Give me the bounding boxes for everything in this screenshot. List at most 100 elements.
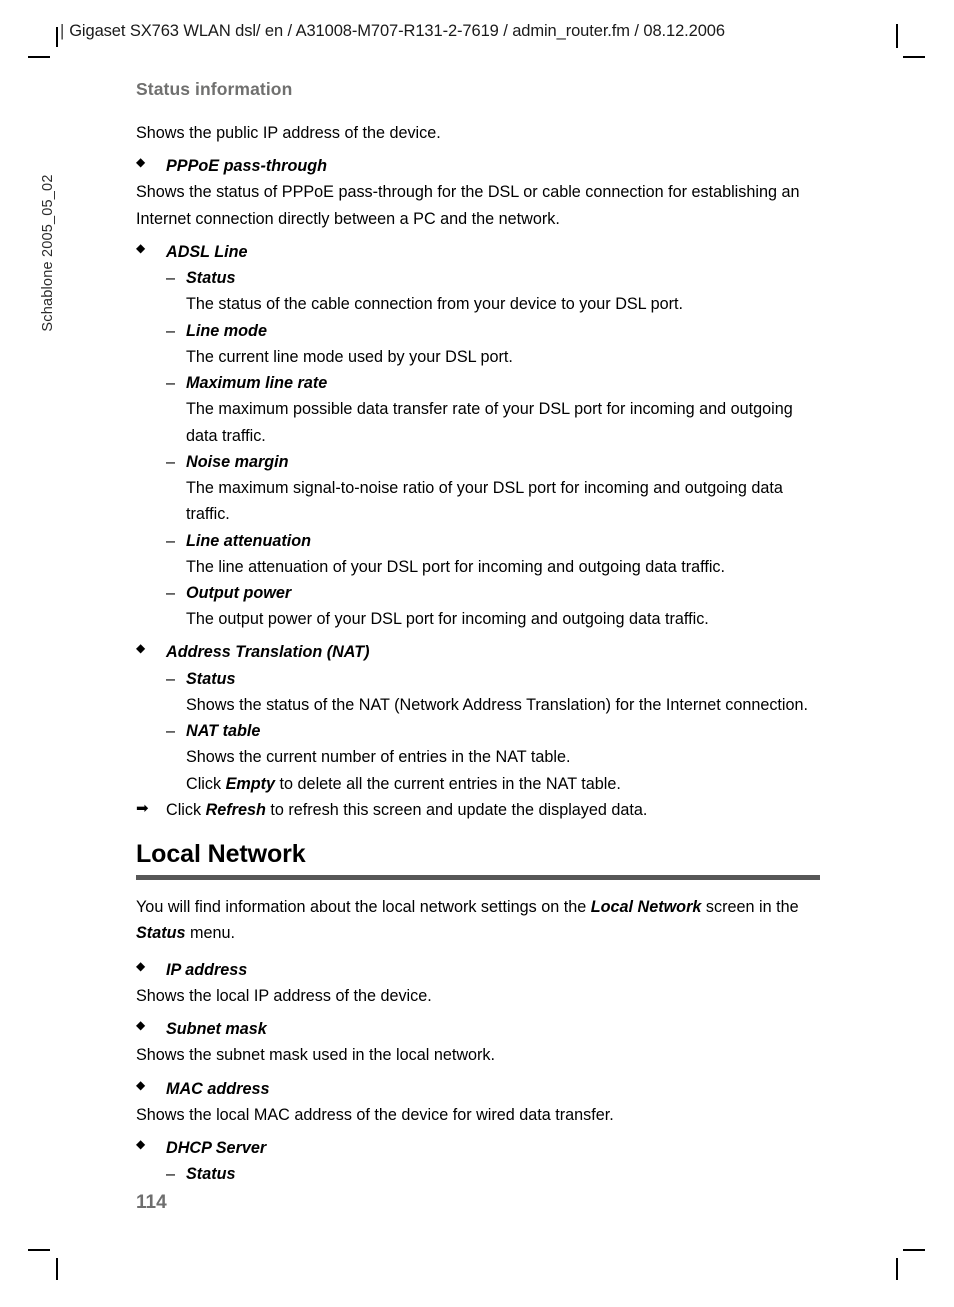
paragraph-ip-address: Shows the local IP address of the device… [136, 986, 432, 1005]
section-heading-local-network: Local Network [136, 840, 306, 869]
diamond-bullet-icon: ◆ [136, 958, 146, 973]
sub-item-nat-table: – NAT table [136, 718, 822, 744]
bullet-item-dhcp-server: ◆ DHCP Server [136, 1135, 822, 1161]
crop-mark-bottom-right-vertical [896, 1258, 898, 1280]
crop-mark-top-left-vertical [56, 27, 58, 47]
dash-bullet-icon: – [166, 722, 176, 741]
paragraph-local-network-intro: You will find information about the loca… [136, 894, 822, 946]
paragraph-adsl-status: The status of the cable connection from … [186, 295, 683, 314]
bullet-label-subnet-mask: Subnet mask [166, 1020, 267, 1039]
sub-item-adsl-status: – Status [136, 265, 822, 291]
bullet-item-mac-address: ◆ MAC address [136, 1076, 822, 1102]
bullet-item-subnet-mask: ◆ Subnet mask [136, 1016, 822, 1042]
sub-label-nat-status: Status [186, 669, 236, 688]
side-margin-template-label: Schablone 2005_05_02 [40, 174, 56, 332]
paragraph-adsl-output-power: The output power of your DSL port for in… [186, 610, 709, 629]
intro-paragraph: Shows the public IP address of the devic… [136, 124, 441, 142]
sub-item-adsl-noise-margin: – Noise margin [136, 449, 822, 475]
sub-label-adsl-status: Status [186, 269, 236, 288]
paragraph-nat-table: Shows the current number of entries in t… [186, 748, 571, 767]
header-bar-glyph: | [60, 22, 65, 40]
page-number: 114 [136, 1192, 167, 1213]
dash-bullet-icon: – [166, 269, 176, 288]
sub-item-adsl-line-mode: – Line mode [136, 318, 822, 344]
dash-bullet-icon: – [166, 583, 176, 602]
sub-label-adsl-line-mode: Line mode [186, 321, 267, 340]
bullet-label-mac-address: MAC address [166, 1079, 270, 1098]
sub-label-adsl-max-line-rate: Maximum line rate [186, 374, 328, 393]
paragraph-adsl-noise-margin: The maximum signal-to-noise ratio of you… [186, 479, 783, 524]
diamond-bullet-icon: ◆ [136, 1018, 146, 1033]
arrow-right-icon: ➡ [136, 799, 149, 817]
sub-item-dhcp-status: – Status [136, 1161, 822, 1187]
sub-item-adsl-max-line-rate: – Maximum line rate [136, 370, 822, 396]
dash-bullet-icon: – [166, 669, 176, 688]
sub-item-nat-status: – Status [136, 666, 822, 692]
crop-mark-bottom-left-vertical [56, 1258, 58, 1280]
dash-bullet-icon: – [166, 452, 176, 471]
refresh-prefix: Click [166, 800, 206, 819]
bullet-label-ip-address: IP address [166, 960, 248, 979]
bullet-label-address-translation-nat: Address Translation (NAT) [166, 643, 370, 662]
sub-item-adsl-output-power: – Output power [136, 580, 822, 606]
page-content: Shows the public IP address of the devic… [136, 120, 822, 1187]
paragraph-nat-status: Shows the status of the NAT (Network Add… [186, 695, 809, 714]
intro-keyword-status: Status [136, 924, 186, 943]
paragraph-adsl-line-attenuation: The line attenuation of your DSL port fo… [186, 557, 726, 576]
bullet-label-pppoe: PPPoE pass-through [166, 157, 327, 176]
running-head: Status information [136, 79, 293, 99]
intro-suffix: menu. [185, 924, 235, 943]
paragraph-mac-address: Shows the local MAC address of the devic… [136, 1105, 614, 1124]
bullet-item-pppoe: ◆ PPPoE pass-through [136, 153, 822, 179]
nat-empty-suffix: to delete all the current entries in the… [275, 774, 621, 793]
sub-label-adsl-line-attenuation: Line attenuation [186, 531, 312, 550]
paragraph-adsl-line-mode: The current line mode used by your DSL p… [186, 347, 513, 366]
dash-bullet-icon: – [166, 531, 176, 550]
paragraph-nat-empty: Click Empty to delete all the current en… [186, 771, 822, 797]
bullet-label-dhcp-server: DHCP Server [166, 1138, 267, 1157]
crop-mark-bottom-right-horizontal [903, 1249, 925, 1251]
dash-bullet-icon: – [166, 1165, 176, 1184]
sub-item-adsl-line-attenuation: – Line attenuation [136, 528, 822, 554]
paragraph-adsl-max-line-rate: The maximum possible data transfer rate … [186, 400, 793, 445]
diamond-bullet-icon: ◆ [136, 1077, 146, 1092]
sub-label-adsl-noise-margin: Noise margin [186, 452, 289, 471]
bullet-label-adsl-line: ADSL Line [166, 242, 248, 261]
dash-bullet-icon: – [166, 321, 176, 340]
sub-label-adsl-output-power: Output power [186, 583, 292, 602]
nat-empty-keyword: Empty [225, 774, 276, 793]
paragraph-pppoe: Shows the status of PPPoE pass-through f… [136, 183, 800, 228]
section-rule [136, 875, 820, 881]
paragraph-subnet-mask: Shows the subnet mask used in the local … [136, 1046, 496, 1065]
intro-middle: screen in the [701, 898, 799, 917]
dash-bullet-icon: – [166, 374, 176, 393]
crop-mark-top-left-horizontal [28, 56, 50, 58]
diamond-bullet-icon: ◆ [136, 1136, 146, 1151]
refresh-suffix: to refresh this screen and update the di… [265, 800, 648, 819]
intro-keyword-local-network: Local Network [590, 898, 702, 917]
document-header: | Gigaset SX763 WLAN dsl/ en / A31008-M70… [60, 22, 725, 41]
bullet-item-adsl-line: ◆ ADSL Line [136, 239, 822, 265]
action-item-refresh: ➡ Click Refresh to refresh this screen a… [136, 797, 822, 823]
diamond-bullet-icon: ◆ [136, 240, 146, 255]
nat-empty-prefix: Click [186, 774, 226, 793]
crop-mark-top-right-vertical [896, 24, 898, 48]
intro-prefix: You will find information about the loca… [136, 898, 591, 917]
diamond-bullet-icon: ◆ [136, 155, 146, 170]
sub-label-nat-table: NAT table [186, 722, 261, 741]
header-text: Gigaset SX763 WLAN dsl/ en / A31008-M707… [69, 22, 725, 40]
sub-label-dhcp-status: Status [186, 1165, 236, 1184]
crop-mark-top-right-horizontal [903, 56, 925, 58]
bullet-item-ip-address: ◆ IP address [136, 957, 822, 983]
refresh-keyword: Refresh [205, 800, 266, 819]
diamond-bullet-icon: ◆ [136, 641, 146, 656]
crop-mark-bottom-left-horizontal [28, 1249, 50, 1251]
